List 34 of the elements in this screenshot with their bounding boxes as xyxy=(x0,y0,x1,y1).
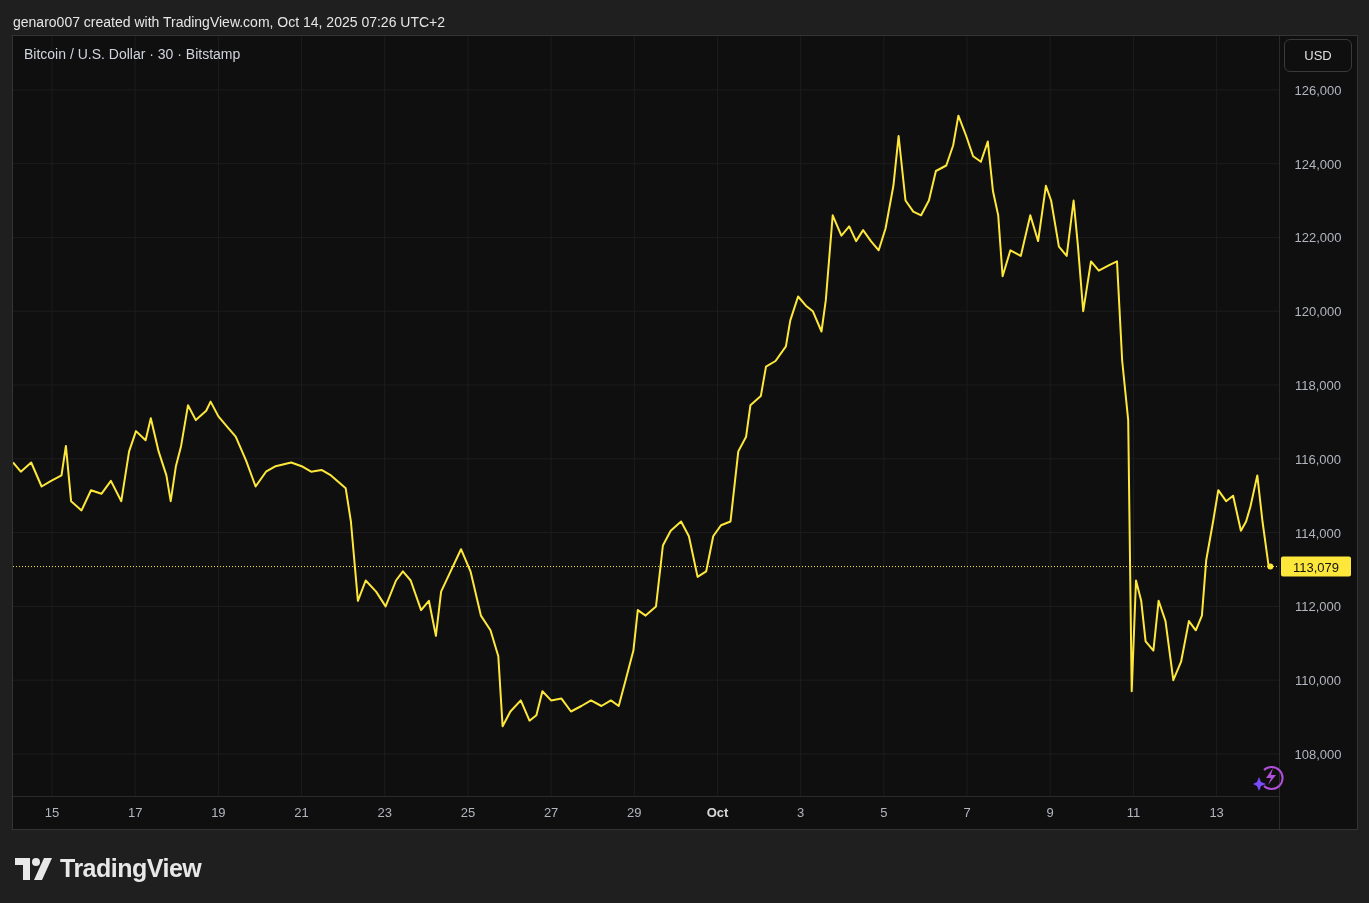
attribution-text: genaro007 created with TradingView.com, Oct 14, 2025 07:26 UTC+2 xyxy=(13,14,446,31)
axis-label: 25 xyxy=(460,805,476,820)
price-tag: 113,079 xyxy=(1281,556,1351,577)
axis-label: 17 xyxy=(127,805,143,820)
axis-label: 5 xyxy=(880,805,888,820)
axis-label: 9 xyxy=(1046,805,1054,820)
axis-label: 11 xyxy=(1126,805,1141,820)
currency-button[interactable]: USD xyxy=(1284,39,1352,72)
logo-text: TradingView xyxy=(60,853,202,884)
axis-label: 114,000 xyxy=(1295,525,1341,541)
lightning-icon xyxy=(1253,766,1284,791)
axis-label: 7 xyxy=(963,805,971,820)
axis-label: 116,000 xyxy=(1295,451,1341,467)
axis-label: 3 xyxy=(797,805,805,820)
axis-label: 118,000 xyxy=(1295,378,1341,393)
axis-label: 108,000 xyxy=(1294,746,1342,762)
axis-label: 23 xyxy=(377,805,392,820)
axis-label: 21 xyxy=(294,805,309,820)
axis-label: 13 xyxy=(1209,805,1224,820)
chart-title: Bitcoin / U.S. Dollar · 30 · Bitstamp xyxy=(24,46,241,62)
axis-label: 15 xyxy=(44,805,60,820)
axis-label: 126,000 xyxy=(1294,82,1342,98)
logo-icon xyxy=(15,857,52,880)
axis-label: 112,000 xyxy=(1295,599,1341,615)
axis-label: Oct xyxy=(706,805,729,820)
axis-label: 120,000 xyxy=(1294,304,1342,320)
axis-label: 19 xyxy=(211,805,226,820)
last-point-marker xyxy=(1267,563,1274,570)
axis-label: 29 xyxy=(627,805,642,820)
ref-line-label: 113,079 xyxy=(1292,559,1340,575)
axis-label: 110,000 xyxy=(1295,673,1341,689)
axis-label: 124,000 xyxy=(1294,156,1342,172)
axis-label: 122,000 xyxy=(1294,230,1342,246)
axis-label: 27 xyxy=(543,805,559,820)
